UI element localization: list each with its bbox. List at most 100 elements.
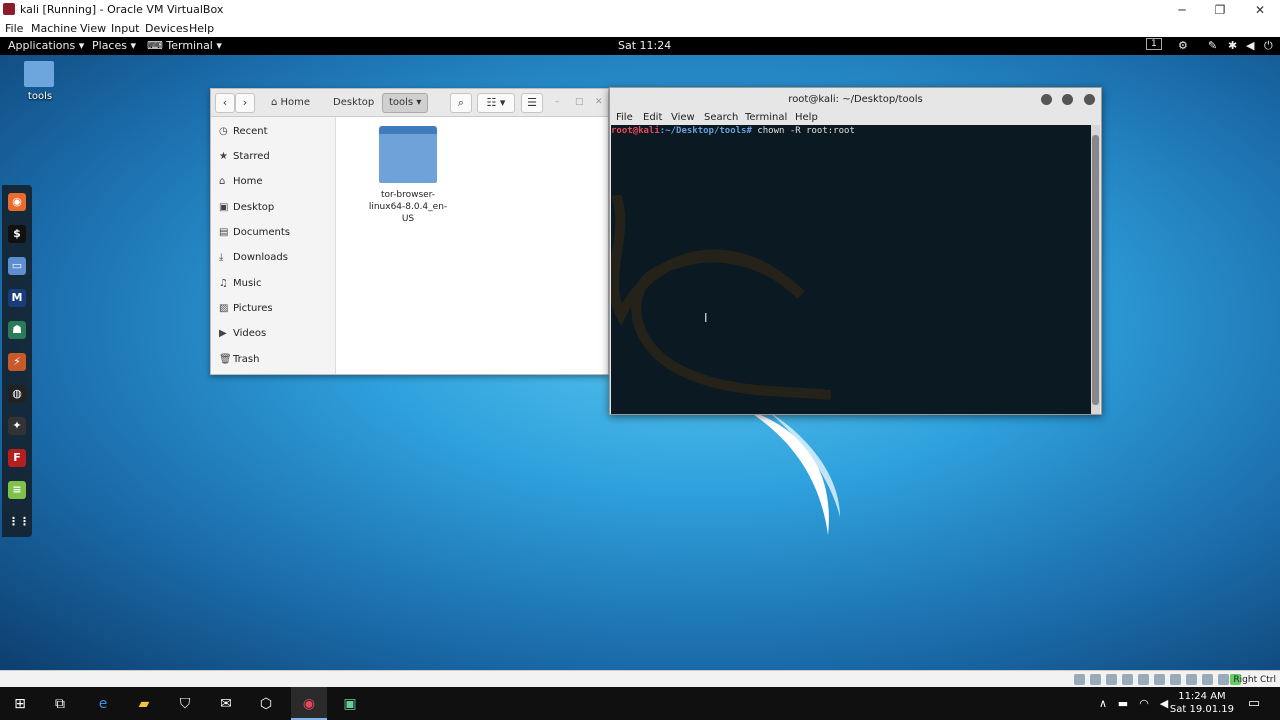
usb-icon[interactable] [1138,674,1149,685]
files-icon[interactable]: ▭ [8,257,26,275]
recording-icon[interactable] [1186,674,1197,685]
terminal-menu-view[interactable]: View [671,112,695,123]
breadcrumb-desktop[interactable]: Desktop [333,93,374,113]
sidebar-item-trash[interactable]: 🗑Trash [219,351,259,369]
terminal-title: root@kali: ~/Desktop/tools [788,94,923,105]
terminal-output[interactable]: root@kali:~/Desktop/tools# chown -R root… [611,125,1091,414]
audio-icon[interactable] [1106,674,1117,685]
burpsuite-icon[interactable]: ⚡ [8,353,26,371]
cpu-icon[interactable] [1218,674,1229,685]
terminal-icon[interactable]: $ [8,225,26,243]
power-icon[interactable]: ⏻ [1264,39,1273,53]
harddisk-icon[interactable] [1074,674,1085,685]
terminal-menu-edit[interactable]: Edit [643,112,662,123]
wifi-icon[interactable]: ◠ [1133,693,1155,715]
back-button[interactable]: ‹ [215,93,235,113]
places-menu[interactable]: Places ▾ [92,39,136,52]
sidebar-item-music[interactable]: ♫ Music [219,275,261,293]
picture-icon: ▨ [219,303,229,314]
firefox-icon[interactable]: ◉ [8,193,26,211]
workspace-indicator[interactable]: 1 [1146,38,1162,50]
sidebar-item-desktop[interactable]: ▣ Desktop [219,199,274,217]
show-hidden-icons[interactable]: ∧ [1092,693,1114,715]
sidebar-item-downloads[interactable]: ⤓ Downloads [219,249,288,267]
shared-folders-icon[interactable] [1154,674,1165,685]
virtualization-icon[interactable] [1202,674,1213,685]
terminal-scrollbar[interactable] [1091,125,1100,414]
terminal-menu-terminal[interactable]: Terminal [745,112,787,123]
taskbar-clock[interactable]: 11:24 AM Sat 19.01.19 [1170,690,1234,716]
faraday-icon[interactable]: F [8,449,26,467]
desktop-icon-label: tools [27,91,53,102]
terminal-app-menu[interactable]: ⌨ Terminal ▾ [147,39,222,52]
maximize-icon[interactable] [1062,94,1073,105]
battery-icon[interactable]: ▬ [1112,693,1134,715]
maltego-icon[interactable]: ✦ [8,417,26,435]
optical-drive-icon[interactable] [1090,674,1101,685]
host-titlebar: kali [Running] - Oracle VM VirtualBox ─ … [0,0,1280,20]
sidebar-item-home[interactable]: ⌂ Home [219,173,263,191]
trash-icon: 🗑 [219,354,232,365]
close-icon[interactable]: ✕ [1240,0,1280,20]
forward-button[interactable]: › [235,93,255,113]
desktop-folder-tools[interactable]: tools [24,61,56,102]
terminal-menu-file[interactable]: File [616,112,633,123]
network-icon[interactable]: ⚙ [1178,39,1188,52]
applications-menu[interactable]: Applications ▾ [8,39,84,52]
view-options-button[interactable]: ☷ ▾ [477,93,515,113]
scrollbar-thumb[interactable] [1092,135,1099,405]
minimize-icon[interactable] [1041,94,1052,105]
sidebar-item-documents[interactable]: ▤ Documents [219,224,290,242]
breadcrumb-home[interactable]: ⌂ Home [271,93,310,113]
kali-vm-icon[interactable]: ◉ [298,693,320,715]
host-menu-input[interactable]: Input [111,22,139,35]
notification-icon[interactable]: ▭ [1243,693,1265,715]
restore-icon[interactable]: ❐ [1200,0,1240,20]
terminal-menu-search[interactable]: Search [704,112,738,123]
host-menu-machine[interactable]: Machine [31,22,77,35]
store-icon[interactable]: ⛉ [174,693,196,715]
folder-icon: ▣ [219,202,229,213]
accessibility-icon[interactable]: ✱ [1228,39,1237,52]
close-icon[interactable]: ✕ [595,97,603,107]
host-menu-file[interactable]: File [5,22,23,35]
host-menu-help[interactable]: Help [189,22,214,35]
file-manager-window: ‹ › ⌂ Home Desktop tools ▾ ⌕ ☷ ▾ ☰ – □ ✕… [210,88,609,375]
mail-icon[interactable]: ✉ [215,693,237,715]
terminal-window: root@kali: ~/Desktop/tools File Edit Vie… [609,87,1102,415]
menu-button[interactable]: ☰ [521,93,543,113]
document-icon: ▤ [219,227,229,238]
host-menu-devices[interactable]: Devices [145,22,188,35]
network-adapter-icon[interactable] [1122,674,1133,685]
gnome-clock[interactable]: Sat 11:24 [618,39,671,52]
star-icon: ★ [219,151,228,162]
sidebar-item-videos[interactable]: ▶ Videos [219,325,266,343]
sidebar-item-recent[interactable]: ◷ Recent [219,123,268,141]
minimize-icon[interactable]: ─ [1162,0,1202,20]
windows-start-icon[interactable]: ⊞ [9,693,31,715]
tools-icon[interactable]: ✎ [1208,39,1217,52]
metasploit-icon[interactable]: M [8,289,26,307]
leafpad-icon[interactable]: ≡ [8,481,26,499]
host-key-label: Right Ctrl [1233,675,1276,685]
file-item-tor-browser[interactable]: tor-browser-linux64-8.0.4_en-US [367,126,449,225]
host-menu-view[interactable]: View [80,22,106,35]
show-apps-icon[interactable]: ⋮⋮ [8,513,30,531]
volume-icon[interactable]: ◀ [1246,39,1254,52]
maximize-icon[interactable]: □ [575,97,584,107]
breadcrumb-tools[interactable]: tools ▾ [382,93,429,113]
terminal-menu-help[interactable]: Help [795,112,818,123]
beef-icon[interactable]: ◍ [8,385,26,403]
sidebar-item-pictures[interactable]: ▨ Pictures [219,300,273,318]
task-view-icon[interactable]: ⧉ [49,693,71,715]
virtualbox-manager-icon[interactable]: ▣ [339,693,361,715]
close-icon[interactable] [1084,94,1095,105]
display-icon[interactable] [1170,674,1181,685]
search-button[interactable]: ⌕ [450,93,472,113]
3d-viewer-icon[interactable]: ⬡ [255,693,277,715]
minimize-icon[interactable]: – [555,97,560,107]
sidebar-item-starred[interactable]: ★ Starred [219,148,270,166]
file-explorer-icon[interactable]: ▰ [133,693,155,715]
armitage-icon[interactable]: ☗ [8,321,26,339]
edge-icon[interactable]: e [92,693,114,715]
